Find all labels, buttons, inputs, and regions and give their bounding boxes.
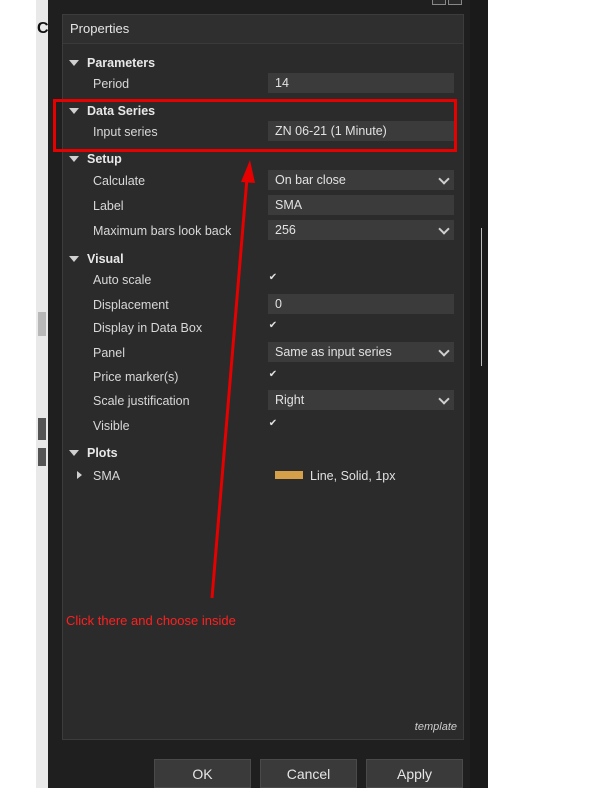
calculate-select[interactable]: On bar close — [268, 170, 454, 190]
property-row-panel: Panel Same as input series — [63, 342, 463, 364]
ok-button[interactable]: OK — [154, 759, 251, 788]
section-parameters[interactable]: Parameters — [63, 53, 463, 75]
data-box-checkbox[interactable]: ✔ — [268, 321, 278, 331]
left-window-strip: C — [36, 0, 49, 788]
collapse-triangle-icon[interactable] — [69, 256, 79, 262]
right-window-edge — [470, 0, 488, 788]
scale-justification-select[interactable]: Right — [268, 390, 454, 410]
plot-row-sma[interactable]: SMA Line, Solid, 1px — [63, 465, 463, 487]
visible-checkbox[interactable]: ✔ — [268, 419, 278, 429]
visible-label: Visible — [93, 419, 130, 433]
plot-name: SMA — [93, 469, 121, 483]
section-plots[interactable]: Plots — [63, 443, 463, 465]
max-bars-value: 256 — [275, 223, 296, 237]
price-marker-checkbox[interactable]: ✔ — [268, 370, 278, 380]
label-input[interactable]: SMA — [268, 195, 454, 215]
period-input[interactable]: 14 — [268, 73, 454, 93]
collapse-triangle-icon[interactable] — [69, 450, 79, 456]
panel-value: Same as input series — [275, 345, 392, 359]
collapse-triangle-icon[interactable] — [69, 156, 79, 162]
property-row-scale-justification: Scale justification Right — [63, 390, 463, 412]
chevron-down-icon[interactable] — [438, 223, 450, 235]
chevron-down-icon[interactable] — [438, 393, 450, 405]
property-row-period: Period 14 — [63, 73, 463, 95]
auto-scale-checkbox[interactable]: ✔ — [268, 273, 278, 283]
annotation-text: Click there and choose inside — [66, 613, 236, 628]
property-row-displacement: Displacement 0 — [63, 294, 463, 316]
calculate-value: On bar close — [275, 173, 346, 187]
section-setup[interactable]: Setup — [63, 149, 463, 171]
strip-mark — [38, 418, 46, 440]
bracket-icon: C — [37, 20, 49, 37]
displacement-label: Displacement — [93, 298, 169, 312]
chevron-down-icon[interactable] — [438, 345, 450, 357]
max-bars-label: Maximum bars look back — [93, 224, 232, 238]
strip-mark — [38, 448, 46, 466]
apply-button[interactable]: Apply — [366, 759, 463, 788]
price-marker-label: Price marker(s) — [93, 370, 179, 384]
highlight-box — [53, 99, 457, 152]
property-row-max-bars: Maximum bars look back 256 — [63, 220, 463, 242]
data-box-label: Display in Data Box — [93, 321, 203, 335]
property-row-calculate: Calculate On bar close — [63, 170, 463, 192]
property-row-data-box: Display in Data Box ✔ — [63, 317, 463, 339]
close-icon[interactable] — [448, 0, 462, 5]
period-label: Period — [93, 77, 130, 91]
minimize-icon[interactable] — [432, 0, 446, 5]
property-row-visible: Visible ✔ — [63, 415, 463, 437]
displacement-input[interactable]: 0 — [268, 294, 454, 314]
max-bars-select[interactable]: 256 — [268, 220, 454, 240]
strip-mark — [38, 312, 46, 336]
collapse-triangle-icon[interactable] — [69, 60, 79, 66]
scale-justification-label: Scale justification — [93, 394, 190, 408]
panel-label: Panel — [93, 346, 125, 360]
expand-triangle-icon[interactable] — [77, 471, 82, 479]
property-row-price-marker: Price marker(s) ✔ — [63, 366, 463, 388]
property-row-label: Label SMA — [63, 195, 463, 217]
window-controls[interactable] — [432, 0, 462, 6]
scale-justification-value: Right — [275, 393, 305, 407]
panel-title: Properties — [63, 15, 463, 44]
template-link[interactable]: template — [415, 721, 457, 733]
calculate-label: Calculate — [93, 174, 146, 188]
plot-color-swatch[interactable] — [275, 471, 303, 479]
property-row-auto-scale: Auto scale ✔ — [63, 269, 463, 291]
chevron-down-icon[interactable] — [438, 173, 450, 185]
section-visual[interactable]: Visual — [63, 249, 463, 271]
panel-select[interactable]: Same as input series — [268, 342, 454, 362]
auto-scale-label: Auto scale — [93, 273, 152, 287]
plot-description: Line, Solid, 1px — [310, 469, 396, 483]
cancel-button[interactable]: Cancel — [260, 759, 357, 788]
label-label: Label — [93, 199, 124, 213]
right-bracket — [481, 228, 486, 366]
